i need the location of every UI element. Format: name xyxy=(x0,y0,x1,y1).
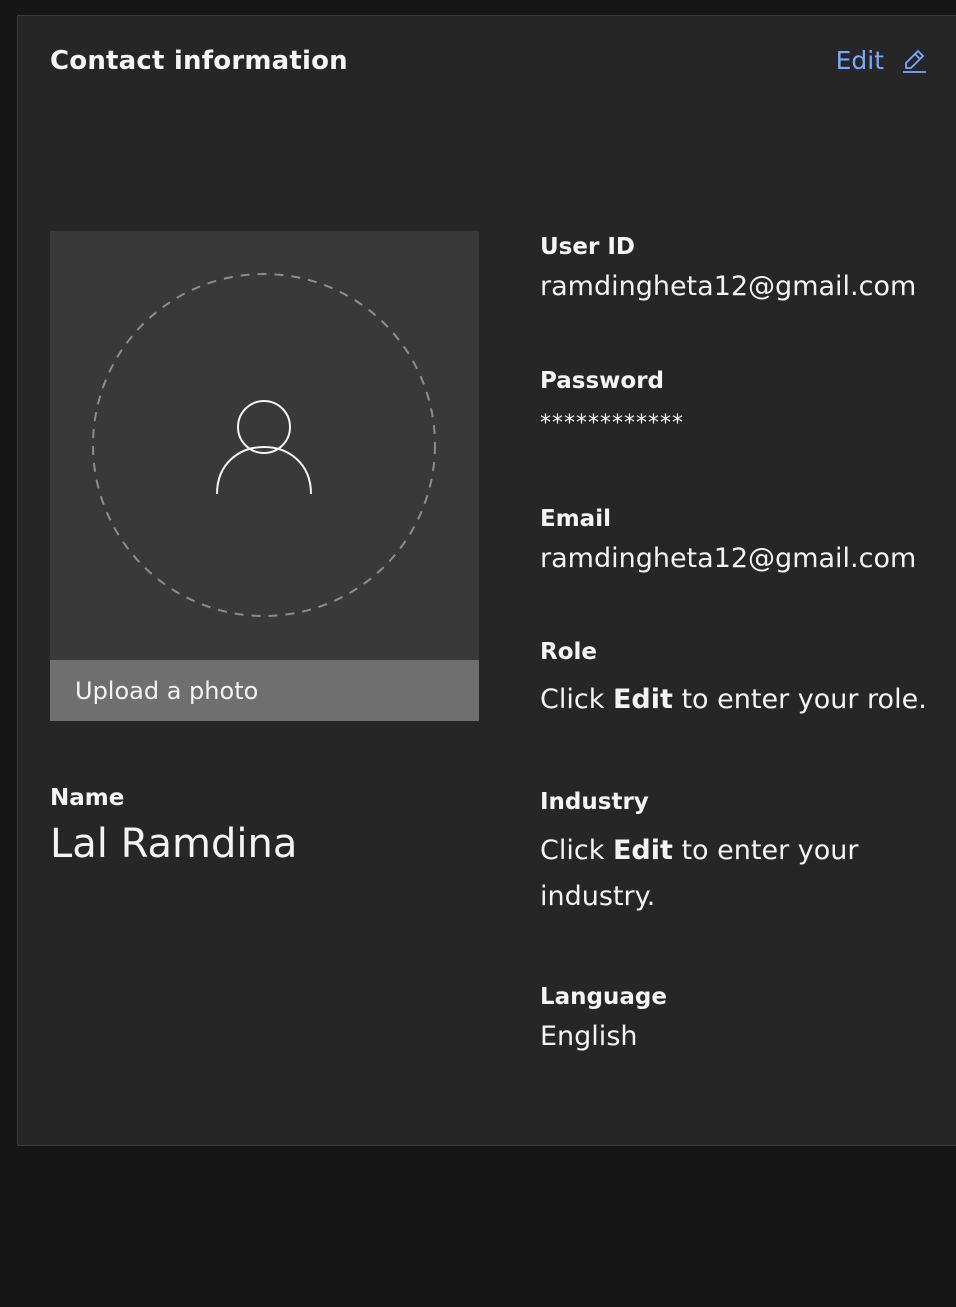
role-suffix: to enter your role. xyxy=(681,684,927,715)
email-value: ramdingheta12@gmail.com xyxy=(540,543,917,574)
language-value: English xyxy=(540,1021,638,1052)
photo-placeholder[interactable] xyxy=(50,231,479,660)
industry-edit-word: Edit xyxy=(612,835,673,866)
role-label: Role xyxy=(540,639,597,665)
card-title: Contact information xyxy=(50,46,348,76)
user-id-label: User ID xyxy=(540,234,635,260)
role-edit-word: Edit xyxy=(612,684,673,715)
pencil-icon xyxy=(900,47,928,75)
role-value: Click Edit to enter your role. xyxy=(540,684,927,715)
industry-prefix: Click xyxy=(540,835,605,866)
role-prefix: Click xyxy=(540,684,605,715)
contact-information-card: Contact information Edit Upload a photo … xyxy=(17,15,956,1146)
email-label: Email xyxy=(540,506,611,532)
upload-photo-button[interactable]: Upload a photo xyxy=(50,660,479,721)
industry-value: Click Edit to enter your industry. xyxy=(540,828,920,920)
edit-button[interactable]: Edit xyxy=(836,46,928,75)
password-label: Password xyxy=(540,368,664,394)
industry-label: Industry xyxy=(540,789,649,815)
language-label: Language xyxy=(540,984,667,1010)
name-value: Lal Ramdina xyxy=(50,821,298,867)
user-id-value: ramdingheta12@gmail.com xyxy=(540,271,917,302)
name-label: Name xyxy=(50,785,125,811)
edit-label: Edit xyxy=(835,46,884,75)
password-value: ************ xyxy=(540,411,684,436)
photo-upload-box: Upload a photo xyxy=(50,231,479,721)
user-avatar-icon xyxy=(216,400,312,495)
